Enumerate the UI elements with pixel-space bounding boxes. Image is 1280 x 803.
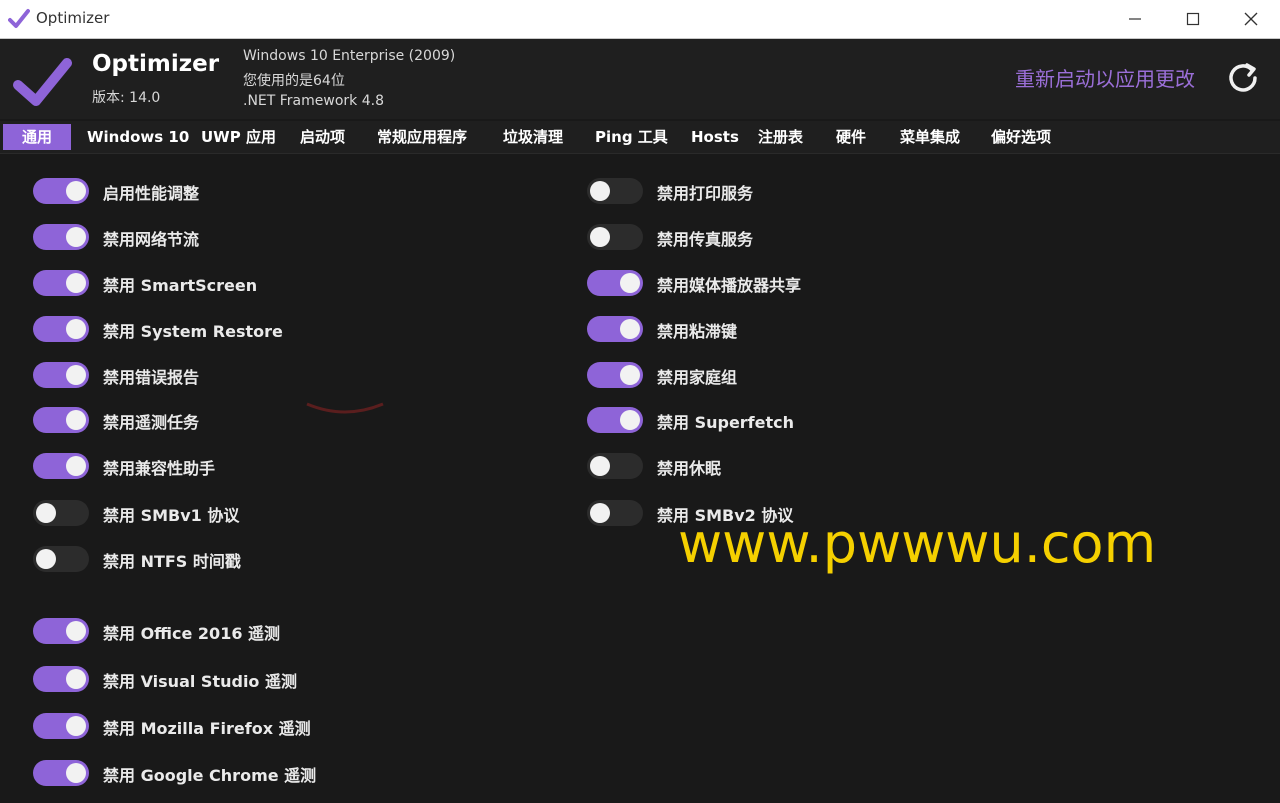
toggle-knob <box>66 716 86 736</box>
toggle-knob <box>66 227 86 247</box>
tab-ping-tool[interactable]: Ping 工具 <box>595 124 668 150</box>
option-label: 禁用家庭组 <box>657 368 738 387</box>
toggle-knob <box>36 549 56 569</box>
minimize-button[interactable] <box>1106 0 1164 38</box>
tab-common-apps[interactable]: 常规应用程序 <box>377 124 467 150</box>
toggle-knob <box>620 410 640 430</box>
arch-info: 您使用的是64位 <box>243 73 345 89</box>
toggle-switch[interactable] <box>33 713 93 741</box>
option-label: 禁用兼容性助手 <box>103 459 216 478</box>
minimize-icon <box>1129 18 1141 20</box>
os-info: Windows 10 Enterprise (2009) <box>243 48 456 64</box>
toggle-knob <box>66 365 86 385</box>
toggle-switch[interactable] <box>33 362 93 390</box>
maximize-button[interactable] <box>1164 0 1222 38</box>
toggle-switch[interactable] <box>587 362 647 390</box>
app-header: Optimizer 版本: 14.0 Windows 10 Enterprise… <box>0 39 1280 119</box>
option-label: 禁用 SmartScreen <box>103 276 258 295</box>
tab-bar: 通用 Windows 10 UWP 应用 启动项 常规应用程序 垃圾清理 Pin… <box>0 121 1280 154</box>
toggle-switch[interactable] <box>33 666 93 694</box>
optimizer-window: Optimizer Optimizer 版本: 14.0 Windows 10 … <box>0 0 1280 803</box>
app-name: Optimizer <box>92 51 220 77</box>
refresh-icon[interactable] <box>1226 61 1260 95</box>
option-label: 禁用休眠 <box>657 459 722 478</box>
toggle-switch[interactable] <box>33 178 93 206</box>
toggle-switch[interactable] <box>33 270 93 298</box>
tab-startup[interactable]: 启动项 <box>300 124 345 150</box>
framework-info: .NET Framework 4.8 <box>243 93 384 109</box>
option-label: 禁用 SMBv1 协议 <box>103 506 240 525</box>
tab-hardware[interactable]: 硬件 <box>836 124 866 150</box>
toggle-switch[interactable] <box>33 316 93 344</box>
tab-registry[interactable]: 注册表 <box>758 124 803 150</box>
option-label: 禁用媒体播放器共享 <box>657 276 802 295</box>
restart-link[interactable]: 重新启动以应用更改 <box>1015 63 1195 92</box>
toggle-knob <box>620 273 640 293</box>
tab-general[interactable]: 通用 <box>3 124 71 150</box>
toggle-switch[interactable] <box>33 500 93 528</box>
tab-menu-integration[interactable]: 菜单集成 <box>900 124 960 150</box>
tab-windows10[interactable]: Windows 10 <box>87 124 189 150</box>
watermark-arc <box>306 402 384 414</box>
toggle-knob <box>590 456 610 476</box>
option-label: 禁用打印服务 <box>657 184 754 203</box>
option-label: 禁用粘滞键 <box>657 322 738 341</box>
toggle-switch[interactable] <box>587 316 647 344</box>
toggle-knob <box>590 503 610 523</box>
option-label: 禁用 NTFS 时间戳 <box>103 552 241 571</box>
toggle-knob <box>590 227 610 247</box>
toggle-switch[interactable] <box>587 453 647 481</box>
option-label: 禁用传真服务 <box>657 230 754 249</box>
toggle-switch[interactable] <box>33 546 93 574</box>
maximize-icon <box>1186 12 1200 26</box>
option-label: 禁用 Mozilla Firefox 遥测 <box>103 719 311 738</box>
toggle-knob <box>66 319 86 339</box>
option-label: 禁用 Superfetch <box>657 413 795 432</box>
close-icon <box>1244 12 1258 26</box>
checkmark-icon <box>13 58 72 106</box>
toggle-knob <box>620 365 640 385</box>
option-label: 禁用 System Restore <box>103 322 283 341</box>
tab-preferences[interactable]: 偏好选项 <box>991 124 1051 150</box>
option-label: 禁用遥测任务 <box>103 413 200 432</box>
toggle-switch[interactable] <box>587 224 647 252</box>
toggle-knob <box>620 319 640 339</box>
title-bar: Optimizer <box>0 0 1280 39</box>
toggle-knob <box>66 763 86 783</box>
tab-cleanup[interactable]: 垃圾清理 <box>503 124 563 150</box>
toggle-knob <box>66 273 86 293</box>
toggle-knob <box>66 456 86 476</box>
tab-uwp-apps[interactable]: UWP 应用 <box>201 124 276 150</box>
option-label: 禁用 Visual Studio 遥测 <box>103 672 297 691</box>
toggle-knob <box>590 181 610 201</box>
checkmark-icon <box>8 9 30 28</box>
toggle-switch[interactable] <box>587 178 647 206</box>
option-label: 禁用 Google Chrome 遥测 <box>103 766 317 785</box>
window-title: Optimizer <box>36 9 110 27</box>
toggle-knob <box>66 669 86 689</box>
toggle-switch[interactable] <box>33 407 93 435</box>
toggle-switch[interactable] <box>33 453 93 481</box>
option-label: 禁用网络节流 <box>103 230 200 249</box>
toggle-knob <box>66 621 86 641</box>
toggle-switch[interactable] <box>33 224 93 252</box>
tab-hosts[interactable]: Hosts <box>691 124 739 150</box>
watermark-url: www.pwwwu.com <box>678 512 1157 575</box>
toggle-switch[interactable] <box>587 500 647 528</box>
option-label: 禁用 Office 2016 遥测 <box>103 624 281 643</box>
close-button[interactable] <box>1222 0 1280 38</box>
toggle-switch[interactable] <box>33 618 93 646</box>
toggle-switch[interactable] <box>33 760 93 788</box>
toggle-knob <box>66 410 86 430</box>
toggle-knob <box>66 181 86 201</box>
toggle-switch[interactable] <box>587 270 647 298</box>
toggle-switch[interactable] <box>587 407 647 435</box>
toggle-knob <box>36 503 56 523</box>
version-label: 版本: 14.0 <box>92 90 161 106</box>
option-label: 启用性能调整 <box>103 184 200 203</box>
option-label: 禁用错误报告 <box>103 368 200 387</box>
